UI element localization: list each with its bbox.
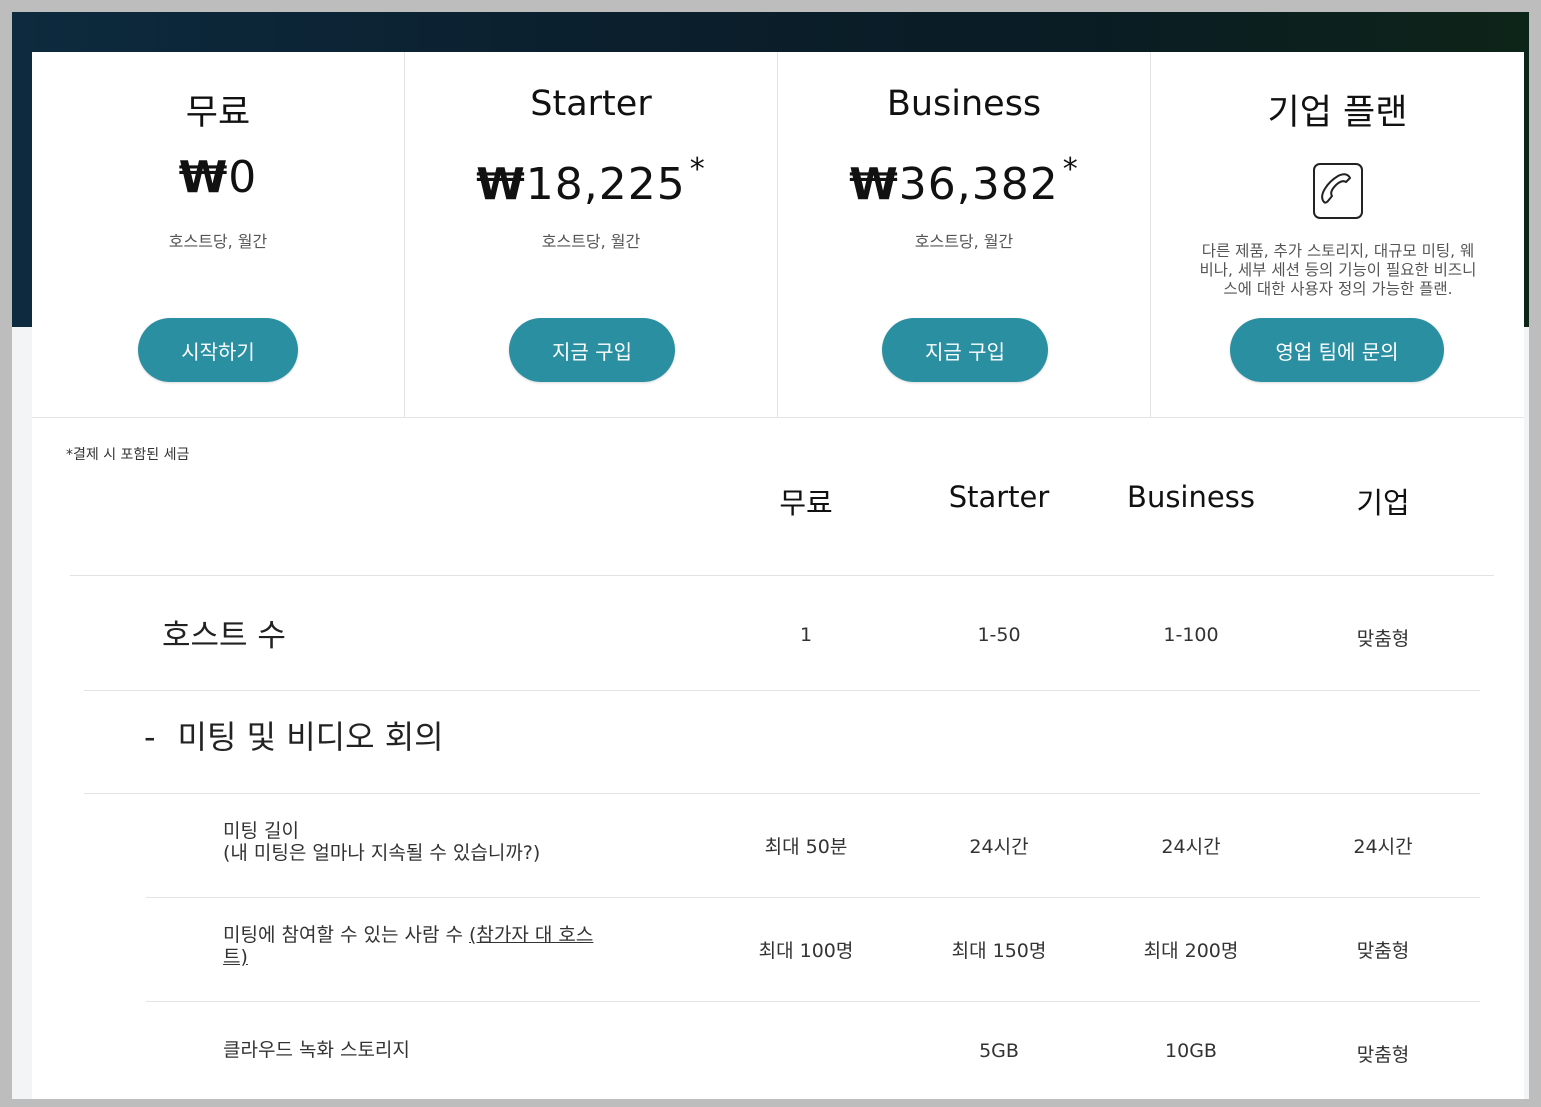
feature-value: 24시간 [1161, 836, 1221, 858]
feature-label: 미팅 길이 [223, 820, 299, 842]
hosts-starter: 1-50 [977, 624, 1021, 646]
plan-name: Starter [530, 84, 652, 124]
browser-frame: 무료 ₩0 호스트당, 월간 시작하기 Starter ₩18,225 * 호스트… [12, 12, 1529, 1099]
buy-now-button[interactable]: 지금 구입 [509, 318, 675, 382]
tax-asterisk: * [1062, 152, 1079, 187]
divider [84, 793, 1480, 794]
feature-value: 최대 150명 [951, 940, 1047, 962]
feature-value: 5GB [979, 1040, 1019, 1062]
feature-label: 클라우드 녹화 스토리지 [223, 1039, 410, 1061]
price-amount: 18,225 [525, 159, 686, 210]
currency-symbol: ₩ [849, 159, 899, 210]
plan-price: ₩0 [32, 152, 404, 203]
tax-note: *결제 시 포함된 세금 [66, 447, 190, 463]
collapse-icon: - [144, 718, 156, 756]
feature-value: 맞춤형 [1356, 1044, 1410, 1066]
hosts-business: 1-100 [1163, 624, 1219, 646]
feature-label: 미팅에 참여할 수 있는 사람 수 [223, 924, 469, 946]
plan-card-business: Business ₩36,382 * 호스트당, 월간 지금 구입 [778, 52, 1151, 417]
section-title: 미팅 및 비디오 회의 [177, 718, 444, 756]
feature-value: 최대 100명 [758, 940, 854, 962]
section-meetings-toggle[interactable]: - 미팅 및 비디오 회의 [144, 712, 444, 758]
feature-value: 맞춤형 [1356, 940, 1410, 962]
price-unit: 호스트당, 월간 [168, 232, 268, 251]
contact-sales-button[interactable]: 영업 팀에 문의 [1230, 318, 1444, 382]
feature-meeting-length: 미팅 길이 (내 미팅은 얼마나 지속될 수 있습니까?) [223, 820, 540, 864]
price-unit: 호스트당, 월간 [541, 232, 641, 251]
feature-participants: 미팅에 참여할 수 있는 사람 수 (참가자 대 호스트) [223, 924, 613, 968]
plan-description: 다른 제품, 추가 스토리지, 대규모 미팅, 웨비나, 세부 세션 등의 기능… [1199, 242, 1477, 298]
feature-value: 24시간 [1353, 836, 1413, 858]
plan-name: Business [886, 84, 1042, 124]
hosts-row-label: 호스트 수 [162, 618, 286, 654]
feature-value: 최대 200명 [1143, 940, 1239, 962]
column-header-business: Business [1127, 480, 1255, 514]
currency-symbol: ₩ [178, 152, 229, 203]
plan-card-starter: Starter ₩18,225 * 호스트당, 월간 지금 구입 [405, 52, 778, 417]
feature-sublabel: (내 미팅은 얼마나 지속될 수 있습니까?) [223, 842, 541, 864]
plan-card-enterprise: 기업 플랜 다른 제품, 추가 스토리지, 대규모 미팅, 웨비나, 세부 세션… [1151, 52, 1524, 417]
column-header-starter: Starter [948, 480, 1050, 514]
plan-price: ₩36,382 * [778, 152, 1150, 210]
column-header-enterprise: 기업 [1356, 486, 1410, 520]
divider [84, 690, 1480, 691]
plan-card-free: 무료 ₩0 호스트당, 월간 시작하기 [32, 52, 405, 417]
feature-cloud-recording: 클라우드 녹화 스토리지 [223, 1039, 410, 1061]
tax-asterisk: * [689, 152, 706, 187]
feature-value: 24시간 [969, 836, 1029, 858]
divider [146, 897, 1480, 898]
currency-symbol: ₩ [476, 159, 526, 210]
price-amount: 36,382 [898, 159, 1059, 210]
feature-value: 10GB [1165, 1040, 1217, 1062]
divider [70, 575, 1494, 576]
hosts-enterprise: 맞춤형 [1356, 628, 1410, 650]
plan-name: 기업 플랜 [1267, 93, 1408, 133]
plan-price: ₩18,225 * [405, 152, 777, 210]
column-header-free: 무료 [779, 486, 833, 520]
divider [146, 1001, 1480, 1002]
price-unit: 호스트당, 월간 [914, 232, 1014, 251]
phone-icon [1313, 163, 1363, 219]
plan-cards: 무료 ₩0 호스트당, 월간 시작하기 Starter ₩18,225 * 호스트… [32, 52, 1524, 418]
buy-now-button[interactable]: 지금 구입 [882, 318, 1048, 382]
feature-value: 최대 50분 [764, 836, 848, 858]
price-amount: 0 [228, 152, 258, 203]
hosts-free: 1 [799, 624, 813, 646]
plan-name: 무료 [185, 93, 251, 133]
start-button[interactable]: 시작하기 [138, 318, 298, 382]
pricing-panel: 무료 ₩0 호스트당, 월간 시작하기 Starter ₩18,225 * 호스트… [32, 52, 1524, 1099]
